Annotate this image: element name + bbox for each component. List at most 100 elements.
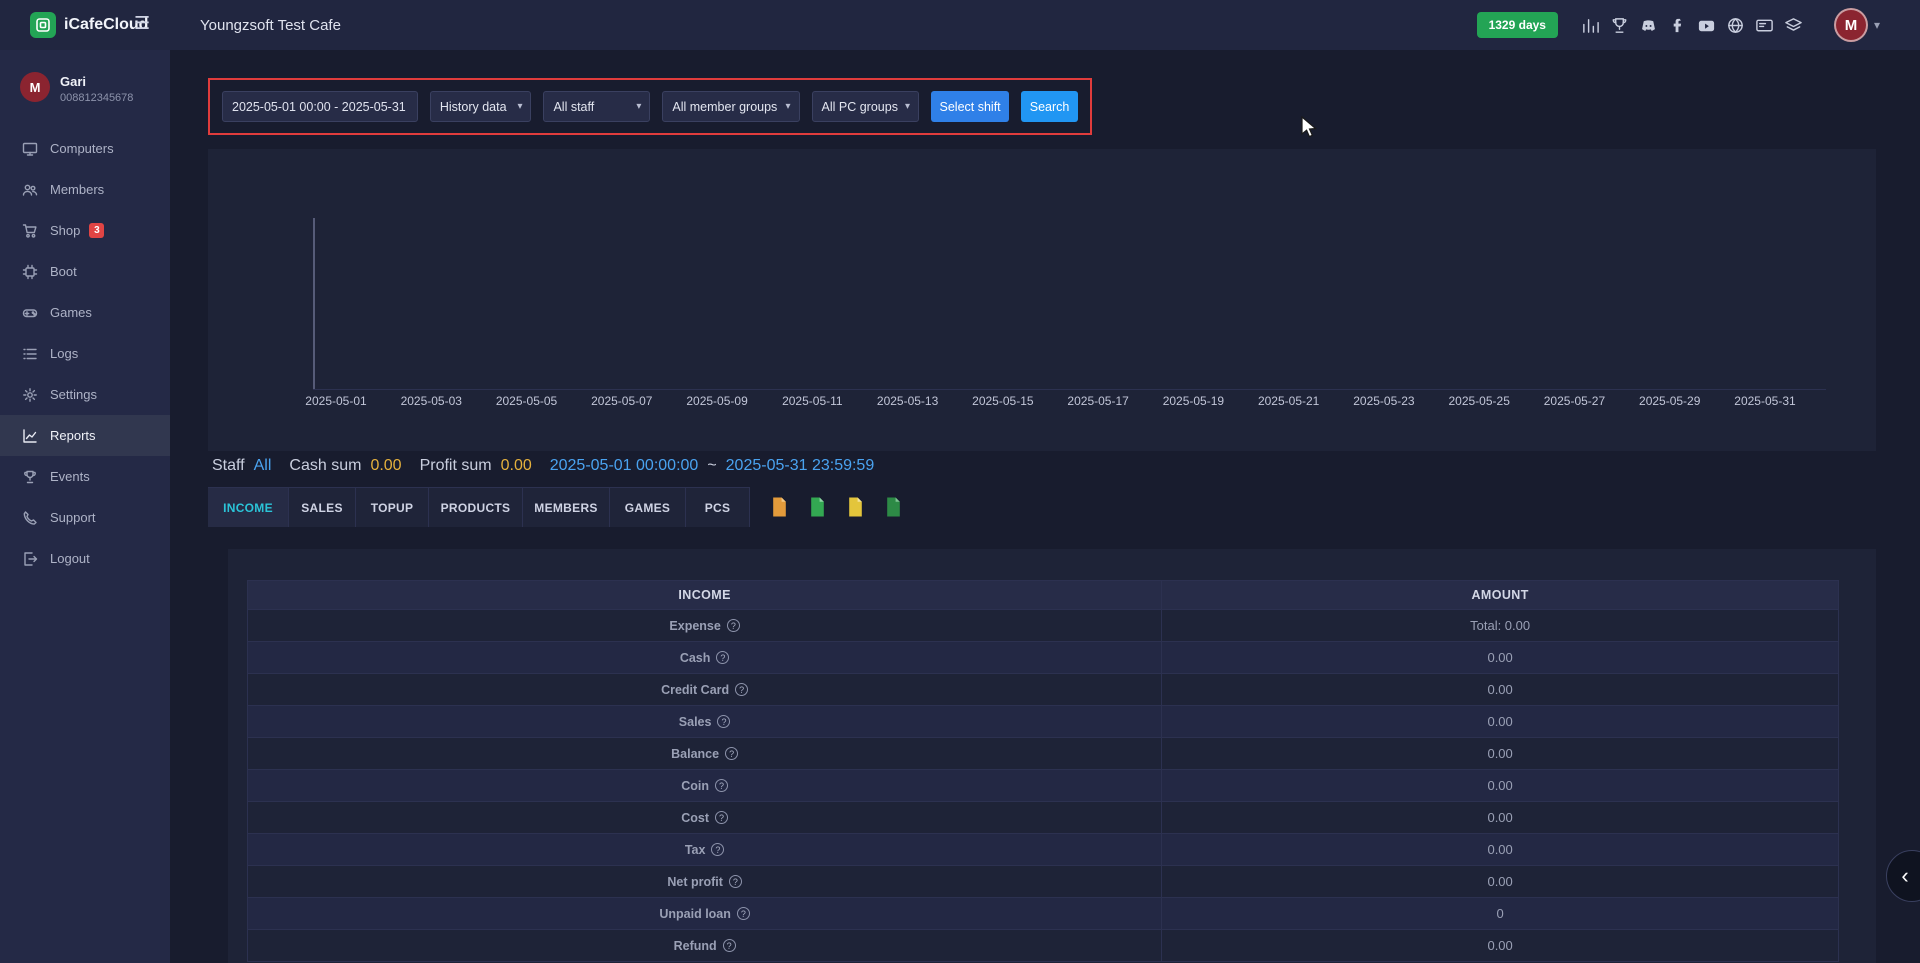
row-amount: 0.00 <box>1162 770 1838 801</box>
export-file-yellow-icon[interactable] <box>845 496 866 518</box>
row-amount: 0.00 <box>1162 866 1838 897</box>
summary-row: Staff All Cash sum 0.00 Profit sum 0.00 … <box>212 455 883 477</box>
table-row: Net profit 0.00 <box>247 866 1839 898</box>
menu-icon[interactable]: ☰ <box>134 13 150 34</box>
tab-income[interactable]: INCOME <box>208 487 289 527</box>
help-icon[interactable] <box>723 939 736 952</box>
sidebar-item-settings[interactable]: Settings <box>0 374 170 415</box>
sidebar-user-block: M Gari 008812345678 <box>0 50 170 128</box>
tab-pcs[interactable]: PCS <box>686 487 750 527</box>
tab-members[interactable]: MEMBERS <box>523 487 610 527</box>
sidebar-item-label: Members <box>50 182 104 197</box>
facebook-icon[interactable] <box>1668 15 1688 35</box>
license-days-badge[interactable]: 1329 days <box>1477 12 1558 38</box>
select-shift-button[interactable]: Select shift <box>931 91 1009 122</box>
tab-games[interactable]: GAMES <box>610 487 686 527</box>
member-groups-value: All member groups <box>672 100 777 114</box>
row-label: Cash <box>680 651 711 665</box>
help-icon[interactable] <box>711 843 724 856</box>
table-row: Tax 0.00 <box>247 834 1839 866</box>
help-icon[interactable] <box>737 907 750 920</box>
layers-icon[interactable] <box>1784 15 1804 35</box>
row-amount: 0.00 <box>1162 834 1838 865</box>
tab-topup[interactable]: TOPUP <box>356 487 429 527</box>
trophy-icon[interactable] <box>1610 15 1630 35</box>
sidebar-item-events[interactable]: Events <box>0 456 170 497</box>
tab-sales[interactable]: SALES <box>289 487 356 527</box>
x-axis-label: 2025-05-11 <box>772 394 852 410</box>
date-range-input[interactable] <box>222 91 418 122</box>
export-file-orange-icon[interactable] <box>769 496 790 518</box>
table-row: Coin 0.00 <box>247 770 1839 802</box>
x-axis-label: 2025-05-25 <box>1439 394 1519 410</box>
x-axis-label: 2025-05-09 <box>677 394 757 410</box>
staff-select[interactable]: All staff ▾ <box>543 91 650 122</box>
search-button[interactable]: Search <box>1021 91 1078 122</box>
cart-icon <box>22 223 38 239</box>
x-axis-label: 2025-05-17 <box>1058 394 1138 410</box>
row-amount: 0.00 <box>1162 674 1838 705</box>
member-groups-select[interactable]: All member groups ▾ <box>662 91 799 122</box>
data-type-value: History data <box>440 100 507 114</box>
export-file-green-icon[interactable] <box>807 496 828 518</box>
sidebar-item-boot[interactable]: Boot <box>0 251 170 292</box>
period-separator: ~ <box>707 457 716 475</box>
staff-value: All <box>254 457 272 475</box>
tab-products[interactable]: PRODUCTS <box>429 487 523 527</box>
user-avatar[interactable]: M <box>1834 8 1868 42</box>
chevron-down-icon[interactable]: ▾ <box>1874 18 1880 32</box>
table-header: INCOME AMOUNT <box>247 580 1839 610</box>
gamepad-icon <box>22 305 38 321</box>
table-row: Cash 0.00 <box>247 642 1839 674</box>
discord-icon[interactable] <box>1639 15 1659 35</box>
help-icon[interactable] <box>735 683 748 696</box>
table-row: Balance 0.00 <box>247 738 1839 770</box>
pc-groups-value: All PC groups <box>822 100 898 114</box>
help-icon[interactable] <box>717 715 730 728</box>
help-icon[interactable] <box>715 811 728 824</box>
help-icon[interactable] <box>725 747 738 760</box>
row-label: Balance <box>671 747 719 761</box>
sidebar-item-label: Support <box>50 510 96 525</box>
help-icon[interactable] <box>715 779 728 792</box>
sidebar-item-games[interactable]: Games <box>0 292 170 333</box>
data-type-select[interactable]: History data ▾ <box>430 91 532 122</box>
cash-sum-label: Cash sum <box>289 457 361 475</box>
license-icon[interactable] <box>1755 15 1775 35</box>
table-row: Cost 0.00 <box>247 802 1839 834</box>
row-label: Sales <box>679 715 712 729</box>
sidebar-item-logout[interactable]: Logout <box>0 538 170 579</box>
brand-logo-icon <box>30 12 56 38</box>
help-icon[interactable] <box>727 619 740 632</box>
x-axis-label: 2025-05-01 <box>296 394 376 410</box>
shop-count-badge: 3 <box>89 223 104 238</box>
sidebar-item-computers[interactable]: Computers <box>0 128 170 169</box>
sidebar-item-label: Games <box>50 305 92 320</box>
sidebar-item-reports[interactable]: Reports <box>0 415 170 456</box>
globe-icon[interactable] <box>1726 15 1746 35</box>
table-row: Refund 0.00 <box>247 930 1839 962</box>
sidebar-item-shop[interactable]: Shop 3 <box>0 210 170 251</box>
sidebar-avatar: M <box>20 72 50 102</box>
export-file-dark-green-icon[interactable] <box>883 496 904 518</box>
row-label: Tax <box>685 843 706 857</box>
page-title: Youngzsoft Test Cafe <box>200 17 341 34</box>
youtube-icon[interactable] <box>1697 15 1717 35</box>
sidebar-item-label: Logs <box>50 346 78 361</box>
sidebar-item-label: Settings <box>50 387 97 402</box>
row-label: Coin <box>681 779 709 793</box>
chevron-down-icon: ▾ <box>786 101 791 112</box>
profit-sum-label: Profit sum <box>420 457 492 475</box>
pc-groups-select[interactable]: All PC groups ▾ <box>812 91 919 122</box>
stats-icon[interactable] <box>1581 15 1601 35</box>
row-label: Credit Card <box>661 683 729 697</box>
phone-icon <box>22 510 38 526</box>
help-icon[interactable] <box>716 651 729 664</box>
period-start: 2025-05-01 00:00:00 <box>550 457 699 475</box>
sidebar-item-support[interactable]: Support <box>0 497 170 538</box>
sidebar-item-logs[interactable]: Logs <box>0 333 170 374</box>
x-axis-label: 2025-05-27 <box>1534 394 1614 410</box>
sidebar-item-members[interactable]: Members <box>0 169 170 210</box>
help-icon[interactable] <box>729 875 742 888</box>
x-axis-label: 2025-05-19 <box>1153 394 1233 410</box>
